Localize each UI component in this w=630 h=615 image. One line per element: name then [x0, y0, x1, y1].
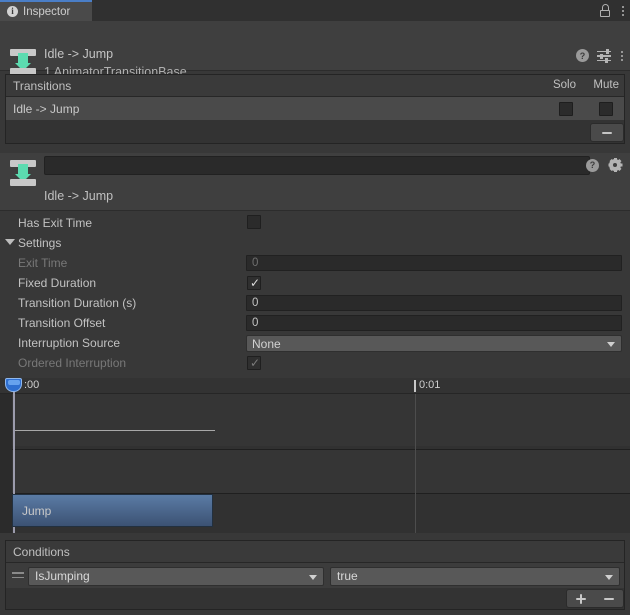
conditions-footer — [6, 588, 624, 609]
timeline-tick-label: :00 — [24, 379, 40, 391]
tab-bar-empty-area — [92, 0, 630, 21]
fixed-duration-checkbox[interactable]: ✓ — [247, 276, 261, 290]
timeline-tick-label: 0:01 — [419, 379, 441, 391]
transition-name-input[interactable] — [44, 156, 590, 175]
gear-icon[interactable] — [608, 158, 622, 172]
property-row-has-exit-time: Has Exit Time — [0, 212, 630, 233]
condition-parameter-dropdown[interactable]: IsJumping — [28, 566, 324, 586]
transition-offset-label: Transition Offset — [18, 316, 106, 330]
has-exit-time-label: Has Exit Time — [18, 215, 93, 230]
transition-duration-label: Transition Duration (s) — [18, 296, 137, 310]
checkmark-icon: ✓ — [250, 356, 261, 370]
condition-value-value: true — [337, 569, 358, 583]
transitions-header: Transitions Solo Mute — [6, 75, 624, 97]
conditions-panel: Conditions IsJumping true — [5, 540, 625, 610]
condition-parameter-value: IsJumping — [35, 569, 90, 583]
exit-time-label: Exit Time — [18, 256, 68, 270]
transition-header-controls: ? — [586, 158, 622, 172]
kebab-menu-icon[interactable] — [619, 50, 625, 61]
add-condition-button[interactable] — [567, 590, 595, 607]
timeline-gridline — [415, 394, 416, 533]
slider-settings-icon[interactable] — [597, 49, 611, 63]
timeline-clip-label: Jump — [22, 503, 52, 518]
condition-value-dropdown[interactable]: true — [330, 566, 620, 586]
transition-timeline[interactable]: :00 0:01 Jump — [0, 378, 630, 533]
table-row[interactable]: Idle -> Jump — [6, 97, 624, 121]
settings-foldout[interactable]: Settings — [0, 233, 630, 253]
mute-column-label: Mute — [593, 79, 619, 91]
object-header: Idle -> Jump 1 AnimatorTransitionBase ? — [0, 21, 630, 79]
conditions-title: Conditions — [13, 544, 70, 559]
mute-checkbox[interactable] — [599, 102, 613, 116]
tab-inspector-label: Inspector — [23, 5, 71, 18]
conditions-header: Conditions — [6, 541, 624, 563]
conditions-buttons — [566, 589, 624, 608]
tab-bar-controls — [600, 0, 626, 21]
timeline-gutter — [0, 378, 12, 533]
tab-inspector[interactable]: i Inspector — [0, 0, 92, 21]
solo-checkbox[interactable] — [559, 102, 573, 116]
transitions-title: Transitions — [13, 78, 72, 93]
transition-duration-input[interactable]: 0 — [246, 295, 622, 311]
property-row-exit-time: Exit Time 0 — [0, 253, 630, 273]
ordered-interruption-label: Ordered Interruption — [18, 356, 127, 370]
transition-offset-input[interactable]: 0 — [246, 315, 622, 331]
timeline-tick-mark — [414, 380, 416, 392]
property-row-ordered-interruption: Ordered Interruption ✓ — [0, 353, 630, 373]
chevron-down-icon — [5, 239, 15, 245]
timeline-blend-line — [13, 430, 215, 431]
settings-properties: Has Exit Time Settings Exit Time 0 Fixed… — [0, 212, 630, 373]
timeline-ruler[interactable]: :00 0:01 — [0, 378, 630, 394]
timeline-band-source — [12, 394, 630, 446]
chevron-down-icon — [309, 574, 317, 580]
chevron-down-icon — [605, 574, 613, 580]
property-row-transition-duration: Transition Duration (s) 0 — [0, 293, 630, 313]
property-row-transition-offset: Transition Offset 0 — [0, 313, 630, 333]
page-title: Idle -> Jump — [44, 47, 114, 61]
help-icon[interactable]: ? — [586, 158, 599, 172]
transitions-footer — [6, 120, 624, 143]
transition-row-label: Idle -> Jump — [13, 102, 80, 116]
kebab-menu-icon[interactable] — [620, 5, 626, 16]
timeline-band-destination — [12, 450, 630, 494]
settings-section-label: Settings — [18, 236, 62, 250]
interruption-source-label: Interruption Source — [18, 336, 121, 350]
exit-time-input[interactable]: 0 — [246, 255, 622, 271]
animator-transition-icon — [10, 49, 36, 75]
remove-condition-button[interactable] — [595, 590, 623, 607]
help-icon[interactable]: ? — [576, 49, 589, 62]
has-exit-time-checkbox[interactable] — [247, 215, 261, 229]
transition-subtitle: Idle -> Jump — [44, 189, 114, 203]
solo-column-label: Solo — [552, 79, 576, 91]
transitions-panel: Transitions Solo Mute Idle -> Jump — [5, 74, 625, 144]
timeline-divider — [0, 449, 630, 450]
lock-icon[interactable] — [600, 4, 611, 17]
property-row-interruption-source: Interruption Source None — [0, 333, 630, 353]
checkmark-icon: ✓ — [250, 276, 261, 290]
property-row-fixed-duration: Fixed Duration ✓ — [0, 273, 630, 293]
remove-transition-button[interactable] — [590, 123, 624, 142]
interruption-source-dropdown[interactable]: None — [246, 335, 622, 352]
drag-handle-icon[interactable] — [12, 572, 24, 581]
condition-row: IsJumping true — [6, 563, 624, 589]
chevron-down-icon — [607, 342, 615, 347]
object-header-controls: ? — [576, 49, 625, 63]
fixed-duration-label: Fixed Duration — [18, 276, 97, 290]
interruption-source-value: None — [252, 336, 281, 351]
timeline-clip-jump[interactable]: Jump — [12, 494, 213, 527]
ordered-interruption-checkbox[interactable]: ✓ — [247, 356, 261, 370]
info-icon: i — [7, 6, 18, 17]
animator-transition-icon — [10, 160, 36, 186]
tab-bar: i Inspector — [0, 0, 630, 21]
inspector-window: i Inspector Idle -> Jump 1 AnimatorTrans… — [0, 0, 630, 615]
